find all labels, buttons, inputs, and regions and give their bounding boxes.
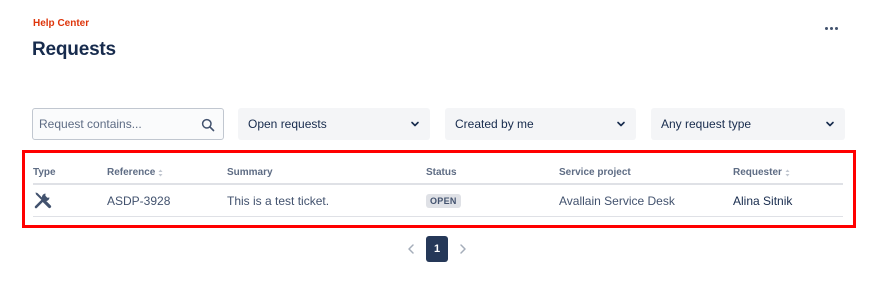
column-header-label: Requester [733, 167, 782, 178]
creator-filter-value: Created by me [455, 117, 534, 131]
pagination: 1 [398, 236, 478, 262]
table-row[interactable]: ASDP-3928 This is a test ticket. OPEN Av… [33, 185, 843, 217]
chevron-left-icon[interactable] [406, 242, 416, 256]
more-dot [824, 26, 828, 30]
column-header-type: Type [33, 167, 56, 178]
search-field[interactable] [32, 108, 224, 140]
cell-summary[interactable]: This is a test ticket. [227, 194, 329, 208]
table-header: Type Reference Summary Status Service pr… [33, 163, 843, 185]
column-header-requester[interactable]: Requester [733, 167, 790, 178]
column-header-label: Service project [559, 167, 631, 178]
cell-service-project: Avallain Service Desk [559, 194, 675, 208]
more-dot [834, 26, 838, 30]
creator-filter-select[interactable]: Created by me [445, 108, 636, 140]
column-header-label: Type [33, 167, 56, 178]
cell-requester: Alina Sitnik [733, 194, 793, 208]
column-header-label: Summary [227, 167, 273, 178]
breadcrumb-help-center[interactable]: Help Center [33, 18, 89, 29]
column-header-label: Reference [107, 167, 156, 178]
chevron-down-icon [617, 121, 625, 127]
chevron-down-icon [826, 121, 834, 127]
cell-reference[interactable]: ASDP-3928 [107, 194, 170, 208]
chevron-right-icon[interactable] [458, 242, 468, 256]
column-header-reference[interactable]: Reference [107, 167, 163, 178]
more-dot [829, 26, 833, 30]
sort-icon [158, 169, 163, 176]
search-input[interactable] [39, 117, 199, 131]
chevron-down-icon [411, 121, 419, 127]
search-icon[interactable] [201, 118, 215, 132]
sort-icon [785, 169, 790, 176]
cell-status: OPEN [426, 193, 461, 208]
column-header-service-project: Service project [559, 167, 631, 178]
column-header-summary: Summary [227, 167, 273, 178]
more-actions-button[interactable] [818, 18, 844, 38]
request-type-filter-value: Any request type [661, 117, 752, 131]
status-filter-select[interactable]: Open requests [238, 108, 430, 140]
page-title: Requests [32, 39, 116, 60]
requests-table: Type Reference Summary Status Service pr… [33, 163, 843, 217]
status-filter-value: Open requests [248, 117, 327, 131]
request-type-filter-select[interactable]: Any request type [651, 108, 845, 140]
column-header-label: Status [426, 167, 457, 178]
page-1-button[interactable]: 1 [426, 236, 448, 262]
status-badge: OPEN [426, 194, 461, 208]
column-header-status: Status [426, 167, 457, 178]
tools-icon [34, 192, 52, 209]
